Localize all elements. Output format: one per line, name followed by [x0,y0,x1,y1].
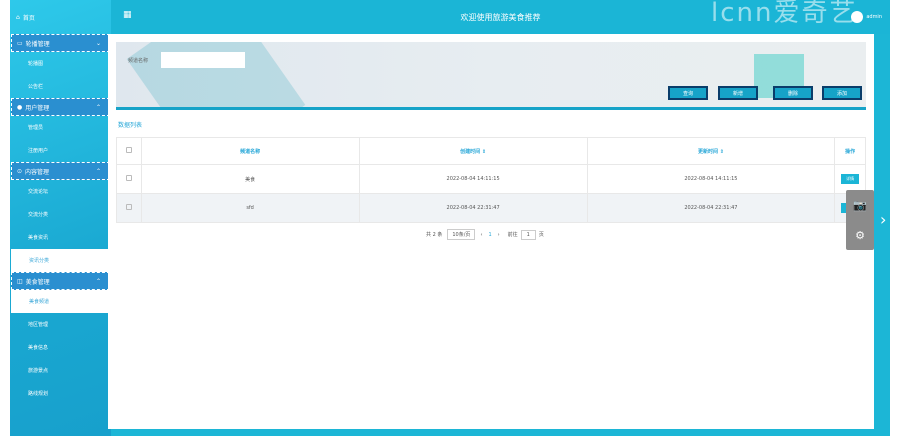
chevron-up-icon: ⌃ [95,167,101,175]
row-checkbox[interactable] [116,164,142,194]
sidebar-item-forum-category[interactable]: 交流分类 [10,203,111,226]
sidebar-item-registered-users[interactable]: 注册用户 [10,139,111,162]
page-suffix: 页 [538,232,544,238]
cell-name: 美食 [140,164,360,194]
checkbox[interactable] [125,204,132,210]
group-label: 用户管理 [25,104,50,112]
avatar [851,11,864,23]
delete-button[interactable]: 删除 [773,86,813,100]
cell-updated: 2022-08-04 14:11:15 [586,164,836,194]
main-content: 频道名称 查询 新增 删除 添加 数据列表 频道名称 创建时间 ⇕ 更新时间 ⇕… [108,34,874,429]
row-checkbox[interactable] [116,193,142,223]
sidebar-item-food-news[interactable]: 美食资讯 [10,226,111,249]
checkbox[interactable] [125,147,132,153]
goto-input[interactable]: 1 [520,229,536,240]
group-label: 轮播管理 [25,40,50,48]
sidebar-home-label: 首页 [22,14,35,22]
sidebar-item-news-category[interactable]: 资讯分类 [11,249,110,272]
column-header[interactable]: 创建时间 ⇕ [358,137,588,165]
export-button[interactable]: 添加 [822,86,862,100]
sidebar-item-forum[interactable]: 交流论坛 [10,180,111,203]
floating-toolbar: 📷 ⚙ [846,190,874,250]
chevron-up-icon: ⌃ [95,103,101,111]
cell-created: 2022-08-04 22:31:47 [358,193,588,223]
search-banner: 频道名称 查询 新增 删除 添加 [116,42,866,110]
table-row: 美食 2022-08-04 14:11:15 2022-08-04 14:11:… [116,164,866,194]
sidebar-group-users[interactable]: ● 用户管理 ⌃ [11,98,110,116]
camera-icon[interactable]: 📷 [853,199,867,212]
list-title: 数据列表 [118,122,143,129]
gear-icon: ⊙ [17,167,23,175]
table-row: sfd 2022-08-04 22:31:47 2022-08-04 22:31… [116,193,866,223]
sidebar-item-scenic-spots[interactable]: 旅游景点 [10,359,111,382]
column-header[interactable]: 更新时间 ⇕ [586,137,836,165]
column-header: 操作 [834,137,866,165]
add-button[interactable]: 新增 [718,86,758,100]
sidebar-item-carousel[interactable]: 轮播图 [10,52,111,75]
search-input[interactable] [161,52,245,68]
data-table: 频道名称 创建时间 ⇕ 更新时间 ⇕ 操作 美食 2022-08-04 14:1… [116,137,866,223]
sidebar-item-region[interactable]: 地区管理 [10,313,111,336]
home-icon: ⌂ [16,13,20,21]
sidebar-item-route-planning[interactable]: 路线规划 [10,382,111,405]
column-header: 频道名称 [140,137,360,165]
chevron-icon: ⌄ [95,39,101,47]
cell-updated: 2022-08-04 22:31:47 [586,193,836,223]
sidebar-group-food[interactable]: ◫ 美食管理 ⌃ [11,272,110,290]
checkbox[interactable] [125,175,132,181]
sidebar-group-content[interactable]: ⊙ 内容管理 ⌃ [11,162,110,180]
settings-icon[interactable]: ⚙ [855,229,865,242]
group-label: 内容管理 [25,168,50,176]
sidebar-item-food-channel[interactable]: 美食频道 [11,290,110,313]
banner-stripe [116,107,866,110]
pager-total: 共 2 条 [426,232,443,238]
pagination: 共 2 条 10条/页 ‹ 1 › 前往 1 页 [426,229,544,240]
sidebar-item-notice[interactable]: 公告栏 [10,75,111,98]
logo-text: lcnn爱奇艺 [711,0,858,28]
user-icon: ● [17,103,23,111]
cell-created: 2022-08-04 14:11:15 [358,164,588,194]
sidebar: ⌂ 首页 ▭ 轮播管理 ⌄ 轮播图 公告栏 ● 用户管理 ⌃ 管理员 注册用户 ⊙ 内… [10,0,111,436]
page-size-select[interactable]: 10条/页 [447,229,476,240]
username: admin [866,14,882,20]
top-header: ▦ 欢迎使用旅游美食推荐 lcnn爱奇艺 admin [111,0,890,34]
sidebar-group-carousel[interactable]: ▭ 轮播管理 ⌄ [11,34,110,52]
next-page-button[interactable]: › [498,232,500,238]
current-page[interactable]: 1 [488,232,491,238]
monitor-icon: ▭ [17,39,23,47]
sidebar-item-food-info[interactable]: 美食信息 [10,336,111,359]
watermark: CSDN @vx_cxsj813 [722,411,831,425]
group-label: 美食管理 [25,278,50,286]
chevron-right-icon[interactable]: › [880,210,886,229]
table-header-row: 频道名称 创建时间 ⇕ 更新时间 ⇕ 操作 [116,137,866,165]
prev-page-button[interactable]: ‹ [480,232,482,238]
search-label: 频道名称 [128,58,149,64]
user-menu[interactable]: admin [851,11,882,23]
chevron-up-icon: ⌃ [95,277,101,285]
sidebar-item-admins[interactable]: 管理员 [10,116,111,139]
detail-button[interactable]: 详情 [841,174,860,184]
sidebar-home[interactable]: ⌂ 首页 [10,0,111,34]
goto-label: 前往 [507,232,518,238]
dish-icon: ◫ [17,277,23,285]
select-all-checkbox[interactable] [116,137,142,165]
query-button[interactable]: 查询 [668,86,708,100]
cell-name: sfd [140,193,360,223]
